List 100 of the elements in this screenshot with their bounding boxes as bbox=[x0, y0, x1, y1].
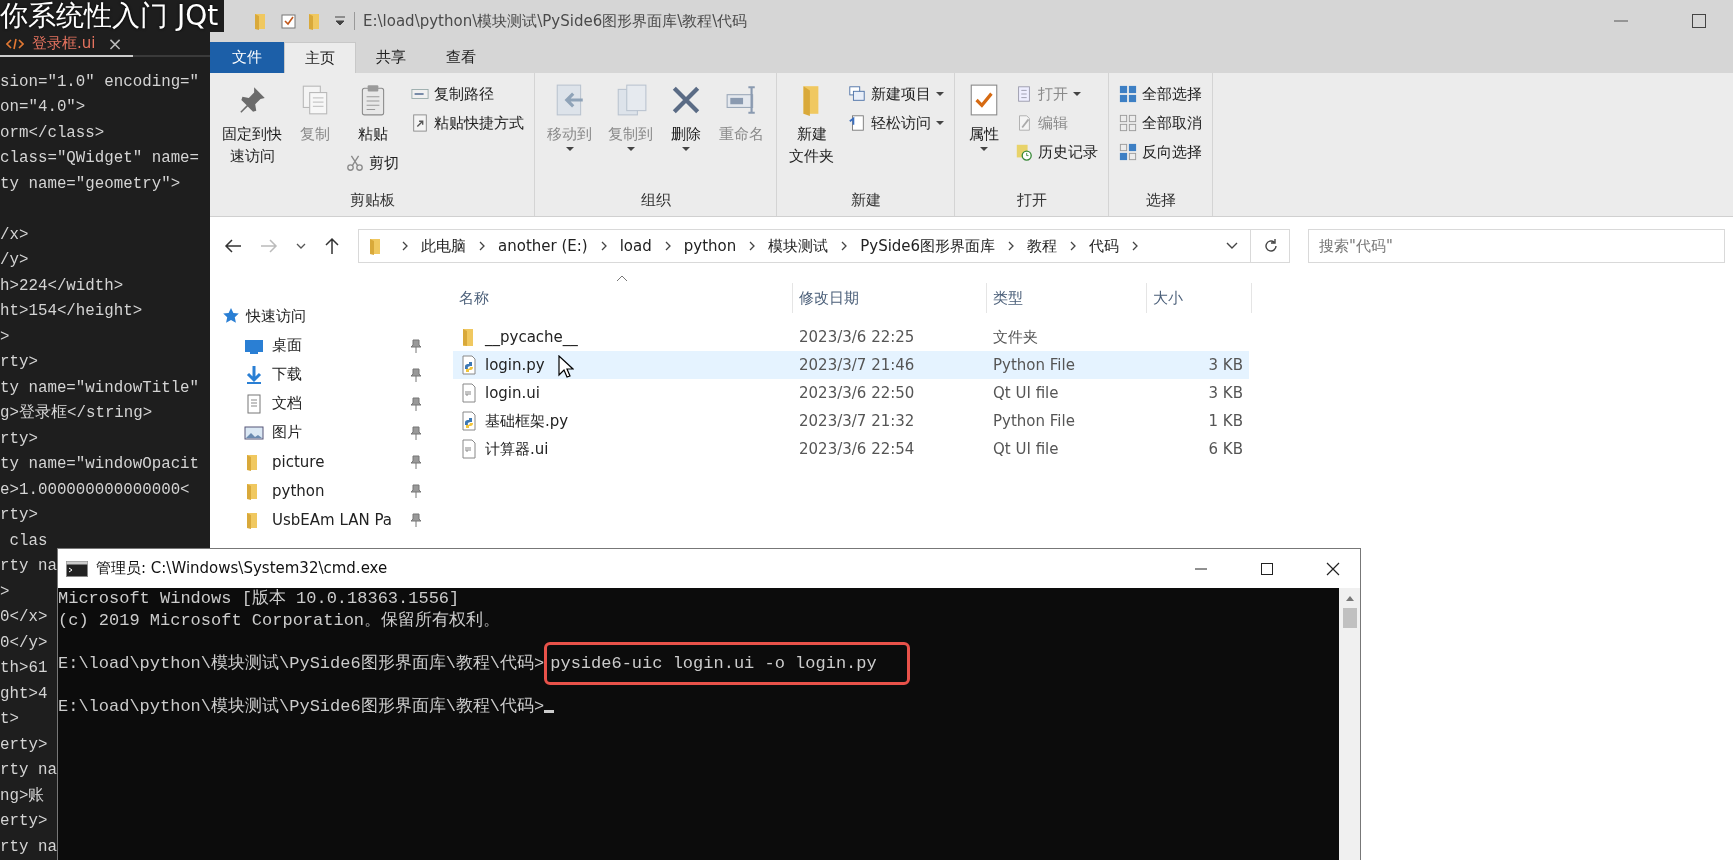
nav-item[interactable]: picture bbox=[210, 447, 430, 476]
code-line: on="4.0"> bbox=[0, 97, 86, 118]
file-name: login.ui bbox=[485, 384, 540, 402]
python-file-icon bbox=[461, 411, 477, 431]
ribbon-button[interactable]: 删除 bbox=[663, 81, 709, 153]
close-icon[interactable] bbox=[1326, 561, 1340, 576]
file-row[interactable]: login.py 2023/3/7 21:46 Python File 3 KB bbox=[453, 351, 1249, 379]
dropdown-icon[interactable] bbox=[1226, 242, 1238, 250]
breadcrumb[interactable]: python bbox=[683, 237, 737, 255]
code-line: ty name="windowOpacit bbox=[0, 454, 200, 475]
file-icon bbox=[461, 439, 477, 459]
caret-icon[interactable] bbox=[334, 16, 346, 26]
column-header[interactable]: 大小 bbox=[1147, 283, 1252, 313]
code-line: class="QWidget" name= bbox=[0, 148, 200, 169]
address-bar[interactable]: 此电脑 another (E:) load python 模块测试 PySide6图形界面库 教程 代码 bbox=[358, 229, 1290, 263]
ribbon-tab[interactable]: 主页 bbox=[284, 42, 356, 73]
table-cell-text: 2023/3/7 21:46 bbox=[798, 356, 916, 374]
terminal-output: (c) 2019 Microsoft Corporation。保留所有权利。 bbox=[58, 610, 501, 630]
ribbon-button[interactable]: 历史记录 bbox=[1011, 139, 1102, 165]
maximize-icon[interactable] bbox=[1260, 561, 1274, 576]
ribbon-button[interactable]: 新建项目 bbox=[844, 81, 948, 107]
ribbon-button[interactable]: 全部选择 bbox=[1115, 81, 1206, 107]
ribbon-button[interactable]: 属性 bbox=[961, 81, 1007, 153]
table-cell-text: Python File bbox=[992, 356, 1076, 374]
file-row[interactable]: 基础框架.py 2023/3/7 21:32 Python File 1 KB bbox=[453, 407, 1249, 435]
breadcrumb[interactable]: 教程 bbox=[1027, 236, 1058, 256]
group-label: 新建 bbox=[849, 191, 882, 210]
ribbon-button[interactable]: 轻松访问 bbox=[844, 110, 948, 136]
nav-item[interactable]: 快速访问 bbox=[210, 301, 430, 331]
code-line: /y> bbox=[0, 250, 29, 271]
scissors-icon bbox=[346, 154, 364, 172]
breadcrumb[interactable]: 此电脑 bbox=[421, 236, 466, 256]
code-line: ght>4 bbox=[0, 683, 48, 705]
code-line: ht>154</height> bbox=[0, 301, 143, 322]
group-label: 选择 bbox=[1144, 191, 1177, 210]
code-line: orm</class> bbox=[0, 122, 105, 144]
group-label: 组织 bbox=[639, 191, 672, 210]
code-line: > bbox=[0, 581, 10, 603]
ribbon-button[interactable]: 粘贴快捷方式 bbox=[407, 110, 528, 136]
file-row[interactable]: __pycache__ 2023/3/6 22:25 文件夹 bbox=[453, 323, 1249, 351]
ribbon-tab[interactable]: 文件 bbox=[210, 42, 284, 73]
table-cell-text: Qt UI file bbox=[992, 440, 1060, 458]
chevron-icon bbox=[748, 241, 757, 251]
terminal-prompt: E:\load\python\模块测试\PySide6图形界面库\教程\代码> bbox=[58, 653, 545, 673]
refresh-icon[interactable] bbox=[1263, 238, 1279, 254]
column-header[interactable]: 类型 bbox=[987, 283, 1147, 313]
caret-icon[interactable] bbox=[296, 242, 306, 250]
ribbon-button[interactable]: 反向选择 bbox=[1115, 139, 1206, 165]
file-name: __pycache__ bbox=[485, 328, 578, 346]
code-line: g>登录框</string> bbox=[0, 403, 153, 424]
breadcrumb[interactable]: another (E:) bbox=[498, 237, 588, 255]
code-line: rty> bbox=[0, 428, 38, 450]
breadcrumb[interactable]: PySide6图形界面库 bbox=[860, 236, 996, 256]
column-header[interactable]: 修改日期 bbox=[793, 283, 987, 313]
breadcrumb[interactable]: load bbox=[619, 237, 652, 255]
list-icon bbox=[1015, 85, 1033, 103]
group-label: 打开 bbox=[1015, 191, 1048, 210]
scroll-up-icon[interactable] bbox=[1344, 594, 1355, 602]
nav-item[interactable]: 文档 bbox=[210, 389, 430, 418]
search-field[interactable]: 搜索"代码" bbox=[1308, 229, 1725, 263]
code-line: sion="1.0" encoding=" bbox=[0, 71, 200, 93]
nav-item[interactable]: UsbEAm LAN Pa bbox=[210, 505, 430, 534]
nav-item[interactable]: python bbox=[210, 476, 430, 505]
nav-item[interactable]: 图片 bbox=[210, 418, 430, 447]
ribbon-button[interactable]: 复制路径 bbox=[407, 81, 528, 107]
ribbon-tab[interactable]: 查看 bbox=[426, 42, 496, 73]
code-line: rty na bbox=[0, 836, 57, 858]
nav-item[interactable]: 桌面 bbox=[210, 331, 430, 360]
nav-item[interactable]: 下载 bbox=[210, 360, 430, 389]
ribbon-button[interactable]: 新建 文件夹 bbox=[783, 81, 840, 169]
file-row[interactable]: 计算器.ui 2023/3/6 22:54 Qt UI file 6 KB bbox=[453, 435, 1249, 463]
scrollbar[interactable] bbox=[1339, 588, 1360, 860]
chevron-icon bbox=[663, 241, 672, 251]
ribbon-button[interactable]: 固定到快 速访问 bbox=[216, 81, 288, 169]
grid-icon bbox=[1119, 143, 1137, 161]
editor-tab[interactable]: 登录框.ui × bbox=[0, 32, 133, 57]
ribbon-tab[interactable]: 共享 bbox=[356, 42, 426, 73]
ribbon-button[interactable]: 粘贴 bbox=[342, 81, 403, 147]
column-header[interactable]: 名称 bbox=[453, 283, 793, 313]
breadcrumb[interactable]: 代码 bbox=[1089, 236, 1120, 256]
terminal-output: Microsoft Windows [版本 10.0.18363.1556] bbox=[58, 589, 460, 608]
scroll-thumb[interactable] bbox=[1342, 608, 1357, 628]
maximize-icon[interactable] bbox=[1691, 13, 1707, 29]
code-line: erty> bbox=[0, 734, 48, 756]
table-cell-text: 1 KB bbox=[1207, 412, 1244, 430]
file-name: 基础框架.py bbox=[485, 411, 569, 431]
file-row[interactable]: login.ui 2023/3/6 22:50 Qt UI file 3 KB bbox=[453, 379, 1249, 407]
terminal-command: pyside6-uic login.ui -o login.py bbox=[544, 641, 910, 685]
close-button[interactable]: × bbox=[107, 33, 123, 54]
file-icon bbox=[461, 383, 477, 403]
code-line: th>61 bbox=[0, 658, 48, 679]
ribbon-button[interactable]: 剪切 bbox=[342, 150, 403, 176]
back-icon[interactable] bbox=[224, 238, 242, 254]
file-name: login.py bbox=[485, 356, 545, 374]
up-icon[interactable] bbox=[324, 237, 340, 255]
breadcrumb[interactable]: 模块测试 bbox=[768, 236, 829, 256]
ribbon-button[interactable]: 全部取消 bbox=[1115, 110, 1206, 136]
terminal-prompt: E:\load\python\模块测试\PySide6图形界面库\教程\代码> bbox=[58, 696, 545, 716]
tab-label: 登录框.ui bbox=[32, 34, 96, 53]
table-cell-text: Qt UI file bbox=[992, 384, 1060, 402]
